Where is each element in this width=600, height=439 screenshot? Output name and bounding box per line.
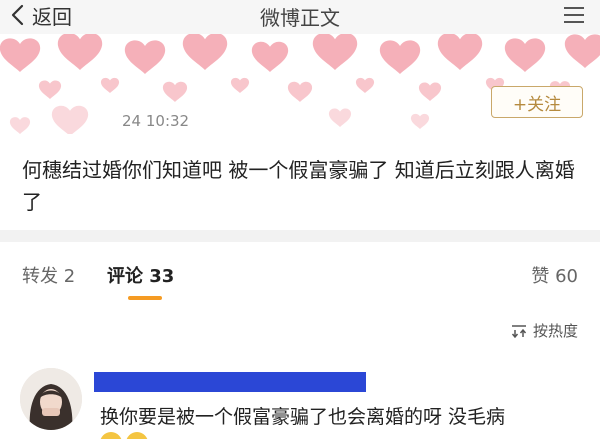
tab-reposts[interactable]: 转发 2: [22, 262, 75, 288]
post-tabs: 转发 2 评论 33 赞 60: [0, 242, 600, 306]
navigation-bar: 返回 微博正文: [0, 0, 600, 34]
active-tab-indicator: [128, 296, 162, 300]
tab-comments[interactable]: 评论 33: [107, 262, 174, 288]
sort-by-hot-button[interactable]: 按热度: [511, 320, 578, 341]
emoji-row: [100, 432, 148, 439]
tab-likes[interactable]: 赞 60: [531, 262, 578, 288]
username-redaction: [94, 372, 366, 392]
comment-text: 换你要是被一个假富豪骗了也会离婚的呀 没毛病: [100, 406, 506, 428]
avatar-image: [20, 368, 82, 430]
comment-item: 换你要是被一个假富豪骗了也会离婚的呀 没毛病: [0, 358, 600, 439]
hearts-pattern-image: [0, 34, 600, 134]
sort-label: 按热度: [532, 322, 578, 340]
page-title: 微博正文: [260, 6, 340, 30]
post-timestamp: 24 10:32: [122, 112, 190, 130]
emoji-icon: [100, 432, 122, 439]
post-content: 何穗结过婚你们知道吧 被一个假富豪骗了 知道后立刻跟人离婚了: [22, 158, 575, 214]
emoji-icon: [126, 432, 148, 439]
follow-button[interactable]: +关注: [491, 86, 583, 118]
profile-banner-hearts: [0, 34, 600, 134]
section-divider: [0, 230, 600, 242]
avatar[interactable]: [20, 368, 82, 430]
more-icon[interactable]: [562, 6, 586, 24]
sort-icon: [511, 324, 527, 338]
